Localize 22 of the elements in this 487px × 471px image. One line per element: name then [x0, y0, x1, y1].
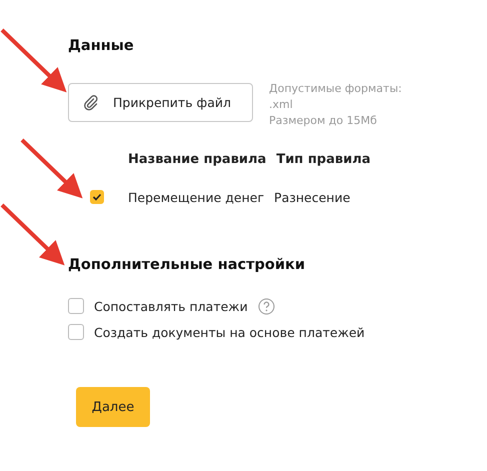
section-title: Данные — [68, 38, 135, 54]
hint-text: Допустимые форматы: — [269, 81, 402, 97]
table-cell: Перемещение денег — [128, 190, 264, 204]
column-header: Название правила — [128, 152, 266, 166]
column-header: Тип правила — [276, 152, 371, 166]
annotation-arrow — [0, 204, 65, 266]
checkbox[interactable] — [68, 298, 84, 314]
checkbox[interactable] — [90, 190, 104, 204]
annotation-arrow — [20, 138, 83, 198]
hint-text: .xml — [269, 97, 294, 113]
checkbox-label: Создать документы на основе платежей — [94, 324, 365, 340]
next-button[interactable]: Далее — [76, 387, 150, 427]
annotation-arrow — [0, 28, 67, 92]
table-cell: Разнесение — [274, 190, 350, 204]
checkbox-label: Сопоставлять платежи — [94, 298, 248, 314]
hint-text: Размером до 15Мб — [269, 113, 378, 129]
help-icon[interactable] — [258, 298, 275, 314]
check-icon — [92, 193, 102, 201]
checkbox[interactable] — [68, 324, 84, 340]
section-title: Дополнительные настройки — [68, 257, 306, 273]
paperclip-icon — [83, 94, 99, 110]
attach-file-button[interactable]: Прикрепить файл — [68, 83, 253, 122]
